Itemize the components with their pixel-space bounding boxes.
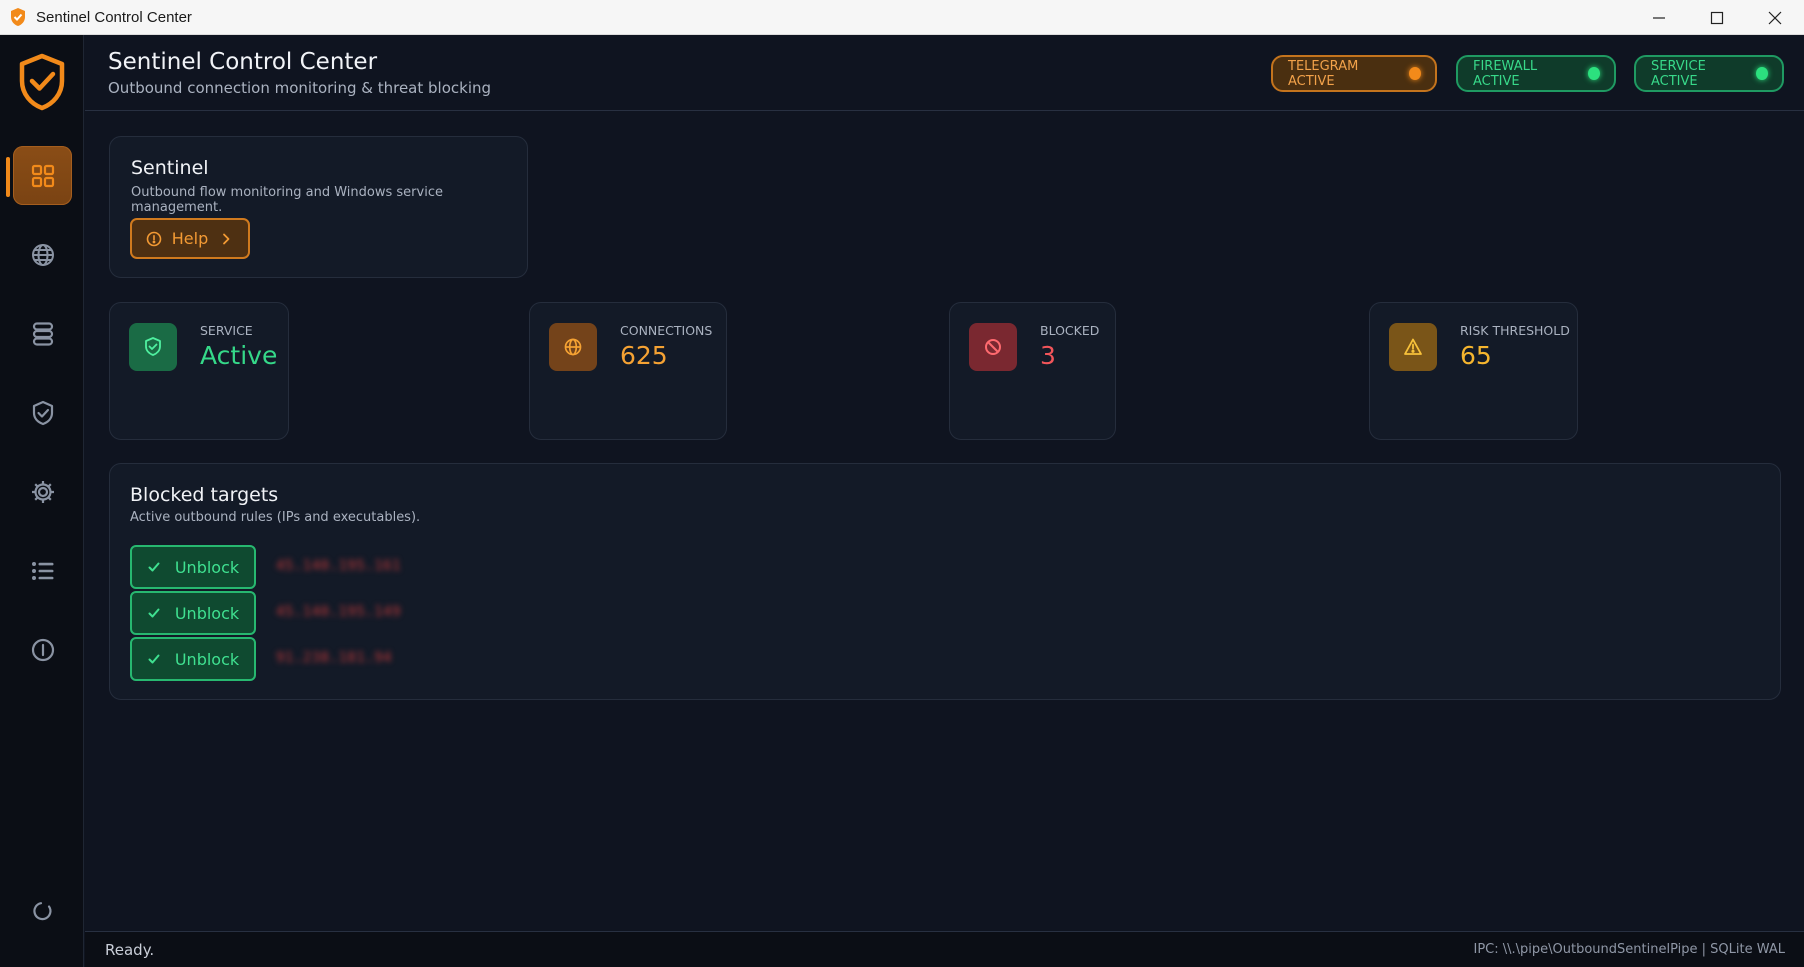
window-controls [1630, 0, 1804, 35]
checkmark-icon [148, 562, 160, 572]
sidebar [0, 35, 84, 967]
stat-icon-connections [549, 323, 597, 371]
blocked-targets-title: Blocked targets [130, 484, 279, 506]
sidebar-item-about[interactable] [13, 620, 72, 679]
maximize-icon [1710, 11, 1724, 24]
intro-card: Sentinel Outbound flow monitoring and Wi… [109, 136, 528, 278]
service-status-badge: SERVICE ACTIVE [1634, 55, 1784, 92]
close-icon [1768, 11, 1782, 24]
globe-icon [31, 243, 54, 266]
stat-label-risk: RISK THRESHOLD [1460, 323, 1570, 338]
firewall-status-label: FIREWALL ACTIVE [1473, 58, 1538, 89]
refresh-icon [32, 901, 52, 920]
blocked-target-address: 45.140.195.161 [276, 558, 402, 574]
status-dot-icon [1756, 67, 1768, 80]
gear-icon [31, 480, 54, 503]
stat-value-risk: 65 [1460, 341, 1492, 370]
help-button-label: Help [171, 229, 209, 248]
ipc-info: IPC: \\.\pipe\OutboundSentinelPipe | SQL… [1473, 942, 1786, 957]
stat-card-service: SERVICE Active [109, 302, 289, 440]
refresh-button[interactable] [13, 881, 72, 940]
database-icon [32, 321, 53, 346]
sidebar-item-connections[interactable] [13, 225, 72, 284]
dashboard-grid-icon [31, 164, 54, 187]
stat-value-connections: 625 [620, 341, 668, 370]
status-dot-icon [1409, 67, 1421, 80]
stat-label-service: SERVICE [200, 323, 253, 338]
blocked-target-address: 91.238.181.94 [276, 650, 393, 666]
blocked-targets-subtitle: Active outbound rules (IPs and executabl… [130, 510, 421, 525]
status-message: Ready. [105, 941, 155, 959]
sidebar-item-dashboard[interactable] [13, 146, 72, 205]
intro-subtitle: Outbound flow monitoring and Windows ser… [131, 185, 443, 215]
info-icon [146, 231, 162, 246]
maximize-button[interactable] [1688, 0, 1746, 35]
blocked-target-row: Unblock 45.140.195.149 [130, 591, 830, 635]
intro-title: Sentinel [131, 157, 209, 179]
telegram-status-badge: TELEGRAM ACTIVE [1271, 55, 1437, 92]
status-bar: Ready. IPC: \\.\pipe\OutboundSentinelPip… [85, 931, 1804, 967]
stat-label-connections: CONNECTIONS [620, 323, 713, 338]
unblock-button-label: Unblock [174, 603, 240, 623]
chevron-right-icon [223, 233, 230, 244]
unblock-button[interactable]: Unblock [130, 545, 256, 589]
telegram-status-label: TELEGRAM ACTIVE [1288, 58, 1359, 89]
sidebar-item-logs[interactable] [13, 541, 72, 600]
status-dot-icon [1588, 67, 1600, 80]
sidebar-item-protection[interactable] [13, 383, 72, 442]
firewall-status-badge: FIREWALL ACTIVE [1456, 55, 1616, 92]
stat-icon-blocked [969, 323, 1017, 371]
globe-icon [564, 338, 582, 356]
stat-value-service: Active [200, 341, 278, 370]
stat-icon-risk [1389, 323, 1437, 371]
unblock-button-label: Unblock [174, 649, 240, 669]
page-title: Sentinel Control Center [108, 49, 378, 75]
checkmark-icon [148, 654, 160, 664]
stat-card-blocked: BLOCKED 3 [949, 302, 1116, 440]
blocked-target-row: Unblock 45.140.195.161 [130, 545, 830, 589]
window-titlebar: Sentinel Control Center [0, 0, 1804, 35]
page-subtitle: Outbound connection monitoring & threat … [108, 79, 492, 97]
blocked-targets-card: Blocked targets Active outbound rules (I… [109, 463, 1781, 700]
minimize-button[interactable] [1630, 0, 1688, 35]
checkmark-icon [148, 608, 160, 618]
stat-icon-service [129, 323, 177, 371]
stat-value-blocked: 3 [1040, 341, 1056, 370]
blocked-target-row: Unblock 91.238.181.94 [130, 637, 830, 681]
info-icon [31, 638, 54, 661]
shield-check-icon [32, 400, 53, 425]
blocked-target-address: 45.140.195.149 [276, 604, 402, 620]
app-shield-icon [11, 8, 25, 26]
minimize-icon [1653, 16, 1665, 19]
active-nav-indicator [6, 157, 10, 197]
unblock-button[interactable]: Unblock [130, 637, 256, 681]
list-icon [31, 561, 53, 580]
window-title: Sentinel Control Center [36, 8, 192, 26]
stat-label-blocked: BLOCKED [1040, 323, 1100, 338]
unblock-button[interactable]: Unblock [130, 591, 256, 635]
page-header: Sentinel Control Center Outbound connect… [85, 35, 1804, 111]
stat-card-risk-threshold: RISK THRESHOLD 65 [1369, 302, 1578, 440]
help-button[interactable]: Help [130, 218, 250, 259]
close-button[interactable] [1746, 0, 1804, 35]
sidebar-item-database[interactable] [13, 304, 72, 363]
stat-card-connections: CONNECTIONS 625 [529, 302, 727, 440]
unblock-button-label: Unblock [174, 557, 240, 577]
shield-check-icon [19, 53, 65, 111]
block-icon [985, 339, 1001, 355]
service-status-label: SERVICE ACTIVE [1651, 58, 1706, 89]
sidebar-item-settings[interactable] [13, 462, 72, 521]
shield-check-icon [145, 337, 161, 356]
warning-icon [1404, 338, 1422, 355]
